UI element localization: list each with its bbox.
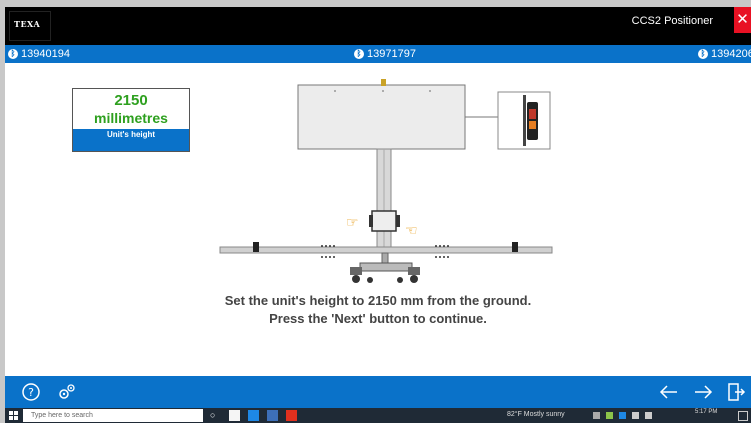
bluetooth-icon: ᛒ [698,49,708,59]
taskbar-app-icon[interactable] [229,410,240,421]
instruction-line-2: Press the 'Next' button to continue. [269,311,487,326]
taskbar-app-icon[interactable] [267,410,278,421]
settings-icon[interactable] [55,380,79,404]
taskbar-search-input[interactable]: Type here to search [23,409,203,422]
weather-widget[interactable]: 82°F Mostly sunny [507,411,565,418]
bluetooth-icon: ᛒ [8,49,18,59]
title-bar: TEXA CCS2 Positioner ✕ [5,7,751,45]
windows-start-icon[interactable] [8,410,19,421]
windows-taskbar: Type here to search ○ 82°F Mostly sunny … [5,408,751,423]
texa-logo: TEXA [9,11,51,41]
wheel [352,275,360,283]
next-arrow-icon[interactable] [691,380,715,404]
bt-device-center: ᛒ 13971797 [354,48,416,60]
bluetooth-icon: ᛒ [354,49,364,59]
wheel [410,275,418,283]
taskbar-app-icon[interactable] [286,410,297,421]
svg-text:?: ? [28,386,34,399]
bluetooth-status-bar: ᛒ 13940194 ᛒ 13971797 ᛒ 13942068 [5,45,751,63]
close-button[interactable]: ✕ [734,7,751,33]
height-unit: millimetres [94,110,168,126]
positioner-illustration: ☞ ☜ [219,79,553,283]
bt-device-left: ᛒ 13940194 [8,48,70,60]
help-icon[interactable]: ? [19,380,43,404]
instruction-line-1: Set the unit's height to 2150 mm from th… [224,293,532,308]
base-frame [359,262,413,272]
bt-device-center-id: 13971797 [367,48,416,60]
back-arrow-icon[interactable] [657,380,681,404]
slider-carriage [371,210,397,232]
panel-clip [381,79,386,86]
horizontal-rail [219,246,553,254]
taskbar-app-icon[interactable] [248,410,259,421]
target-panel [297,84,466,150]
height-value: 2150 [114,92,148,109]
clock[interactable]: 5:17 PM [695,409,717,415]
task-view-icon[interactable]: ○ [210,410,221,421]
bt-device-right: ᛒ 13942068 [698,48,751,60]
window-title: CCS2 Positioner [631,15,713,27]
bottom-toolbar: ? [5,376,751,408]
exit-icon[interactable] [723,380,747,404]
bt-device-right-id: 13942068 [711,48,751,60]
unit-height-panel: 2150 millimetres Unit's height [72,88,190,152]
height-label: Unit's height [73,129,189,151]
system-tray [593,410,683,421]
bt-device-left-id: 13940194 [21,48,70,60]
app-window: TEXA CCS2 Positioner ✕ ᛒ 13940194 ᛒ 1397… [5,7,751,423]
hand-pointer-right: ☜ [405,223,418,239]
hand-pointer-left: ☞ [346,215,359,231]
logo-text: TEXA [14,19,41,29]
notification-icon[interactable] [738,411,748,421]
